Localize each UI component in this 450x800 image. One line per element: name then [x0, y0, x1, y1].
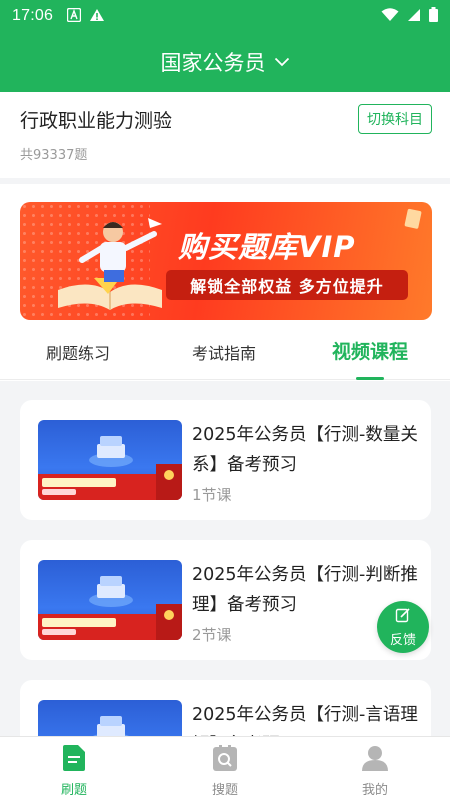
course-thumbnail	[38, 420, 182, 500]
course-thumbnail	[38, 700, 182, 736]
app-header: 17:06 国家公务员	[0, 0, 450, 92]
nav-label: 我的	[361, 783, 388, 798]
course-list[interactable]: 2025年公务员【行测-数量关系】备考预习 1节课 2025年公务员【行测-判断…	[0, 381, 450, 736]
subject-name: 行政职业能力测验	[20, 110, 173, 132]
warning-icon	[89, 7, 105, 26]
user-icon	[362, 745, 388, 775]
course-card[interactable]: 2025年公务员【行测-言语理解】备考预习	[20, 680, 431, 736]
notebook-icon	[404, 208, 422, 229]
status-time: 17:06	[12, 7, 54, 24]
subject-card: 行政职业能力测验 共93337题 切换科目	[0, 92, 450, 178]
nav-item-practice[interactable]: 刷题	[34, 745, 114, 798]
wifi-icon	[381, 7, 399, 26]
page-title: 国家公务员	[160, 51, 266, 75]
nav-item-search[interactable]: 搜题	[185, 745, 265, 798]
banner-title: 购买题库VIP	[178, 230, 356, 264]
course-card[interactable]: 2025年公务员【行测-数量关系】备考预习 1节课	[20, 400, 431, 520]
a-text-icon	[66, 7, 82, 26]
feedback-label: 反馈	[389, 632, 416, 648]
banner-subtitle: 解锁全部权益 多方位提升	[166, 270, 408, 300]
main-panel: 购买题库VIP 解锁全部权益 多方位提升 刷题练习 考试指南 视频课程 2025…	[0, 184, 450, 736]
document-icon	[63, 745, 85, 775]
nav-item-profile[interactable]: 我的	[335, 745, 415, 798]
question-count: 共93337题	[20, 148, 88, 163]
course-card[interactable]: 2025年公务员【行测-判断推理】备考预习 2节课	[20, 540, 431, 660]
status-bar: 17:06	[0, 0, 450, 32]
bottom-nav: 刷题 搜题 我的	[0, 736, 450, 800]
course-title: 2025年公务员【行测-数量关系】备考预习	[192, 425, 418, 475]
battery-icon	[429, 6, 438, 26]
exam-selector[interactable]: 国家公务员	[0, 32, 450, 92]
chevron-down-icon	[274, 57, 290, 67]
feedback-button[interactable]: 反馈	[377, 601, 429, 653]
search-icon	[213, 745, 237, 775]
switch-subject-button[interactable]: 切换科目	[358, 104, 432, 134]
tab-practice[interactable]: 刷题练习	[46, 340, 110, 364]
content-tabs: 刷题练习 考试指南 视频课程	[0, 336, 450, 380]
course-title: 2025年公务员【行测-言语理解】备考预习	[192, 705, 418, 736]
signal-icon	[407, 7, 421, 26]
tab-video-courses[interactable]: 视频课程	[332, 337, 408, 364]
active-tab-indicator	[356, 377, 384, 380]
edit-icon	[395, 607, 411, 627]
lesson-count: 1节课	[192, 486, 232, 504]
nav-label: 搜题	[211, 783, 238, 798]
reading-student-illustration	[58, 218, 162, 310]
vip-banner[interactable]: 购买题库VIP 解锁全部权益 多方位提升	[20, 202, 432, 320]
tab-exam-guide[interactable]: 考试指南	[192, 340, 256, 364]
course-thumbnail	[38, 560, 182, 640]
lesson-count: 2节课	[192, 626, 232, 644]
nav-label: 刷题	[60, 783, 87, 798]
